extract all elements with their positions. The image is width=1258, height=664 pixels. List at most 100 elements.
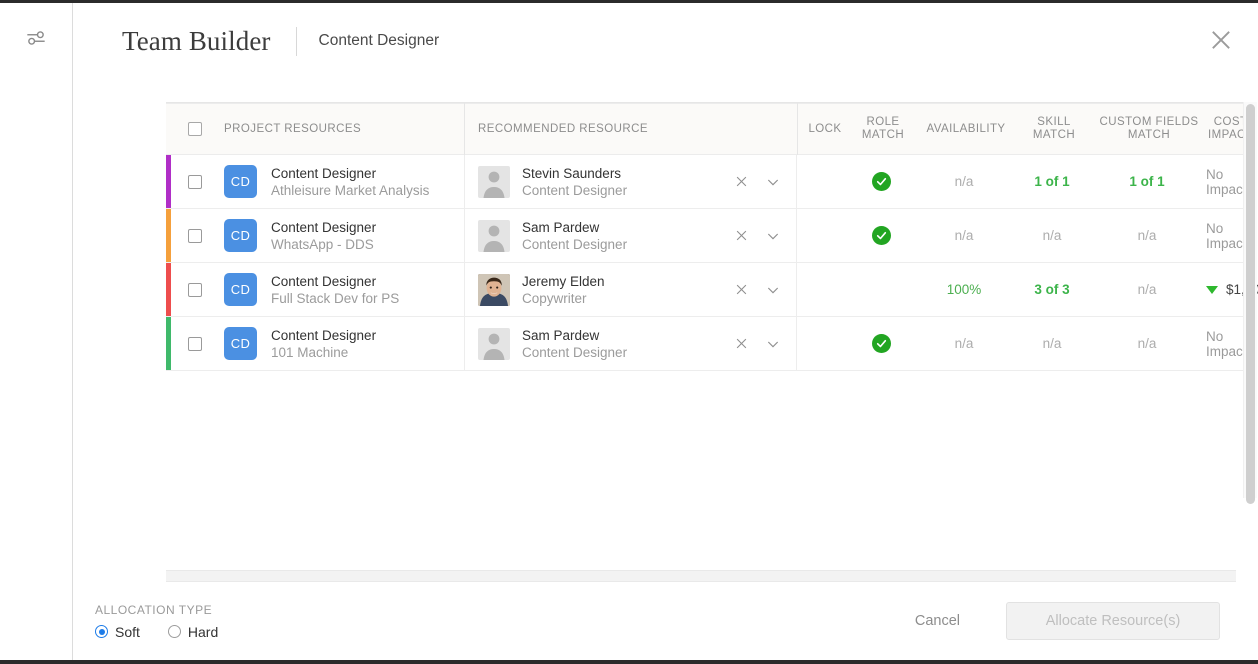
availability-cell: n/a [912,317,1016,370]
expand-resource-button[interactable] [764,281,782,299]
select-all-cell [166,122,224,136]
custom-fields-line2: MATCH [1127,129,1171,141]
allocation-option-soft[interactable]: Soft [95,624,140,640]
skill-match-value: n/a [1042,228,1062,243]
recommended-resource-inner: Jeremy Elden Copywriter [465,273,796,307]
close-button[interactable] [1202,21,1240,59]
lock-cell[interactable] [796,209,850,262]
table-header-row: PROJECT RESOURCES RECOMMENDED RESOURCE L… [166,103,1253,155]
table-row: CD Content Designer Full Stack Dev for PS J… [166,263,1258,317]
column-header-skill-match: SKILL MATCH [1018,116,1090,142]
project-resource-text: Content Designer Athleisure Market Analys… [271,165,429,199]
row-select-cell [166,317,224,370]
column-header-recommended-resource: RECOMMENDED RESOURCE [478,122,649,135]
remove-resource-button[interactable] [732,173,750,191]
project-name: 101 Machine [271,344,349,360]
skill-match-value: 1 of 1 [1034,174,1070,189]
role-match-cell [850,155,912,208]
availability-cell: 100% [912,263,1016,316]
allocation-type-label: ALLOCATION TYPE [95,602,213,617]
project-resource-cell: CD Content Designer Athleisure Market Anal… [224,155,464,208]
sliders-icon[interactable] [23,25,49,51]
availability-value: 100% [946,282,982,297]
row-select-checkbox[interactable] [188,228,202,243]
recommended-resource-cell: Stevin Saunders Content Designer [464,155,796,208]
project-role: Content Designer [271,273,377,289]
resources-table: PROJECT RESOURCES RECOMMENDED RESOURCE L… [166,102,1258,552]
resource-initials-badge: CD [224,165,257,198]
availability-value: n/a [954,228,974,243]
lock-cell[interactable] [796,317,850,370]
row-color-bar [166,209,171,262]
allocation-option-hard[interactable]: Hard [167,624,218,640]
cost-impact-value: No Impact [1206,220,1247,251]
skill-match-value: n/a [1042,336,1062,351]
row-select-checkbox[interactable] [188,282,202,297]
column-header-availability: AVAILABILITY [926,122,1006,135]
expand-resource-button[interactable] [764,335,782,353]
panel-footer: ALLOCATION TYPE Soft Hard Cancel Allocate… [73,582,1258,660]
expand-resource-button[interactable] [764,227,782,245]
cancel-button[interactable]: Cancel [897,603,978,639]
resource-initials-badge: CD [224,219,257,252]
recommended-resource-inner: Sam Pardew Content Designer [465,327,796,361]
table-scrollbar[interactable] [1243,102,1257,504]
role-match-check [871,226,891,245]
project-name: Athleisure Market Analysis [271,182,430,198]
recommended-resource-inner: Stevin Saunders Content Designer [465,165,796,199]
row-select-checkbox[interactable] [188,174,202,189]
allocation-radio-soft[interactable] [95,625,108,638]
remove-resource-button[interactable] [732,281,750,299]
recommended-resource-role: Content Designer [522,182,628,198]
allocation-type-options: Soft Hard [95,624,218,640]
recommended-resource-role: Content Designer [522,236,628,252]
skill-match-value: 3 of 3 [1034,282,1070,297]
row-color-bar [166,317,171,370]
recommended-resource-name: Sam Pardew [522,219,600,235]
allocation-radio-hard[interactable] [167,625,181,638]
lock-cell[interactable] [796,263,850,316]
project-name: Full Stack Dev for PS [271,290,400,306]
avatar-placeholder-icon [483,225,505,252]
row-select-cell [166,263,224,316]
recommended-resource-text: Jeremy Elden Copywriter [522,273,732,307]
skill-match-cell: n/a [1016,317,1088,370]
recommended-resource-text: Sam Pardew Content Designer [522,219,732,253]
lock-cell[interactable] [796,155,850,208]
table-area: PROJECT RESOURCES RECOMMENDED RESOURCE L… [95,79,1258,570]
select-all-checkbox[interactable] [188,122,202,136]
remove-resource-button[interactable] [732,227,750,245]
recommended-resource-cell: Sam Pardew Content Designer [464,317,796,370]
avatar-photo [478,273,510,306]
cost-impact-value: No Impact [1206,328,1247,359]
custom-fields-match-cell: n/a [1088,263,1206,316]
custom-fields-match-cell: n/a [1088,317,1206,370]
page-title: Team Builder [122,25,271,56]
scrollbar-thumb[interactable] [1246,104,1255,504]
recommended-resource-cell: Sam Pardew Content Designer [464,209,796,262]
remove-resource-button[interactable] [732,335,750,353]
allocate-resources-button[interactable]: Allocate Resource(s) [1006,602,1220,640]
skill-match-line1: SKILL [1037,116,1071,128]
recommended-resource-name: Stevin Saunders [522,165,622,181]
close-icon [736,230,746,241]
role-match-cell [850,263,912,316]
role-match-check [871,172,891,191]
availability-cell: n/a [912,209,1016,262]
row-color-bar [166,263,171,316]
avatar-placeholder-icon [483,333,505,360]
allocation-type-group: ALLOCATION TYPE Soft Hard [95,603,218,640]
recommended-resource-actions [732,281,796,299]
custom-fields-match-value: n/a [1137,336,1157,351]
row-select-checkbox[interactable] [188,336,202,351]
project-resource-text: Content Designer 101 Machine [271,327,376,361]
avatar-placeholder-icon [483,171,505,198]
role-match-line1: ROLE [866,116,900,128]
resource-initials-badge: CD [224,327,257,360]
column-header-project-resources: PROJECT RESOURCES [224,122,362,135]
recommended-resource-name: Sam Pardew [522,327,600,343]
project-resource-text: Content Designer WhatsApp - DDS [271,219,376,253]
recommended-resource-actions [732,173,796,191]
role-match-cell [850,317,912,370]
expand-resource-button[interactable] [764,173,782,191]
